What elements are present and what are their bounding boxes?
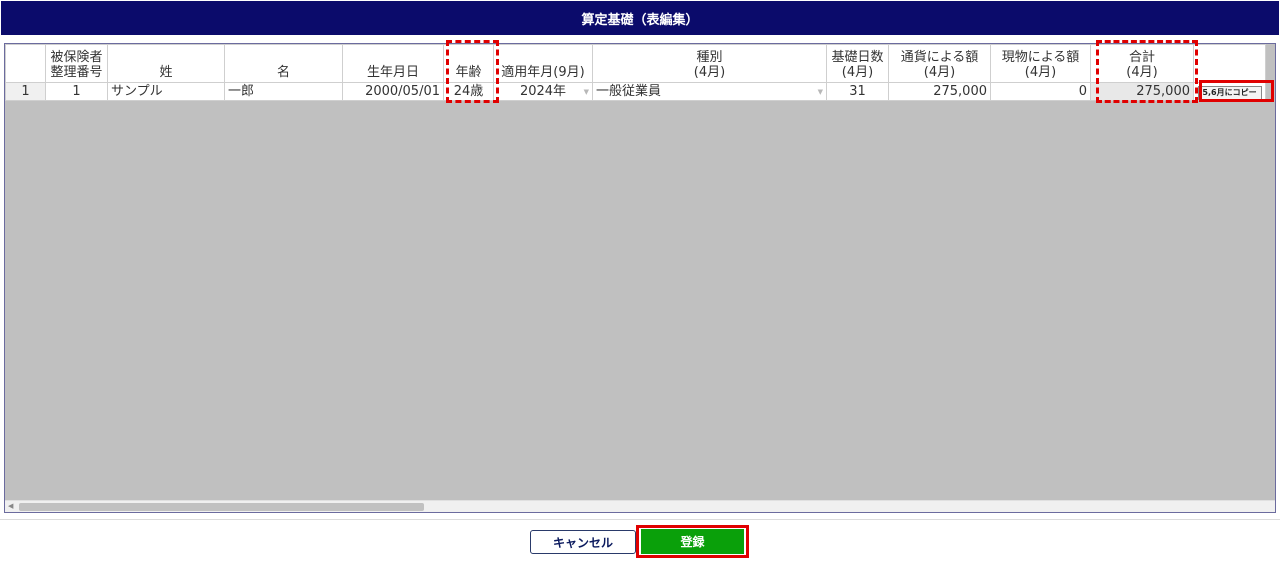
action-cell: 5,6月にコピー (1193, 82, 1266, 101)
header-total[interactable]: 合計 (4月) (1090, 44, 1194, 83)
base-days-cell[interactable]: 31 (826, 82, 889, 101)
header-last-name[interactable]: 姓 (107, 44, 225, 83)
category-value: 一般従業員 (596, 83, 662, 99)
header-action (1193, 44, 1266, 83)
footer-divider (0, 519, 1280, 520)
header-row: 被保険者 整理番号 姓 名 生年月日 年齢 適用年月(9月) 種別 (4月) 基… (5, 44, 1266, 83)
header-base-days[interactable]: 基礎日数 (4月) (826, 44, 889, 83)
header-age[interactable]: 年齢 (443, 44, 494, 83)
birth-date-value: 2000/05/01 (365, 83, 440, 99)
horizontal-scrollbar[interactable]: ◀ (5, 500, 1275, 512)
header-row-number (5, 44, 46, 83)
register-button[interactable]: 登録 (641, 529, 744, 554)
dropdown-arrow-icon: ▼ (583, 87, 589, 96)
apply-month-value: 2024年 (519, 83, 567, 99)
last-name-cell[interactable]: サンプル (107, 82, 225, 101)
cancel-button[interactable]: キャンセル (530, 530, 636, 554)
copy-to-may-june-button[interactable]: 5,6月にコピー (1197, 85, 1262, 100)
category-dropdown[interactable]: 一般従業員 ▼ (596, 84, 823, 100)
header-goods-amount[interactable]: 現物による額 (4月) (990, 44, 1091, 83)
birth-date-cell[interactable]: 2000/05/01 (342, 82, 444, 101)
header-currency-amount[interactable]: 通貨による額 (4月) (888, 44, 991, 83)
insured-number-cell[interactable]: 1 (45, 82, 108, 101)
category-cell[interactable]: 一般従業員 ▼ (592, 82, 827, 101)
header-insured-number[interactable]: 被保険者 整理番号 (45, 44, 108, 83)
total-cell: 275,000 (1090, 82, 1194, 101)
header-birth-date[interactable]: 生年月日 (342, 44, 444, 83)
dropdown-arrow-icon: ▼ (817, 87, 823, 96)
header-category[interactable]: 種別 (4月) (592, 44, 827, 83)
age-cell: 24歳 (443, 82, 494, 101)
apply-month-cell[interactable]: 2024年 ▼ (493, 82, 593, 101)
apply-month-dropdown[interactable]: 2024年 ▼ (497, 84, 589, 100)
table-row: 1 1 サンプル 一郎 2000/05/01 24歳 2024年 ▼ 一般従業員… (5, 82, 1266, 101)
page-title: 算定基礎（表編集） (1, 1, 1279, 35)
data-grid[interactable]: 被保険者 整理番号 姓 名 生年月日 年齢 適用年月(9月) 種別 (4月) 基… (4, 43, 1276, 513)
scrollbar-thumb[interactable] (19, 503, 424, 511)
birth-date-field: 2000/05/01 (346, 84, 440, 100)
goods-amount-cell[interactable]: 0 (990, 82, 1091, 101)
first-name-cell[interactable]: 一郎 (224, 82, 343, 101)
header-first-name[interactable]: 名 (224, 44, 343, 83)
currency-amount-cell[interactable]: 275,000 (888, 82, 991, 101)
grid-table: 被保険者 整理番号 姓 名 生年月日 年齢 適用年月(9月) 種別 (4月) 基… (5, 44, 1266, 101)
row-number-cell[interactable]: 1 (5, 82, 46, 101)
header-apply-month[interactable]: 適用年月(9月) (493, 44, 593, 83)
scroll-left-icon[interactable]: ◀ (8, 502, 13, 510)
